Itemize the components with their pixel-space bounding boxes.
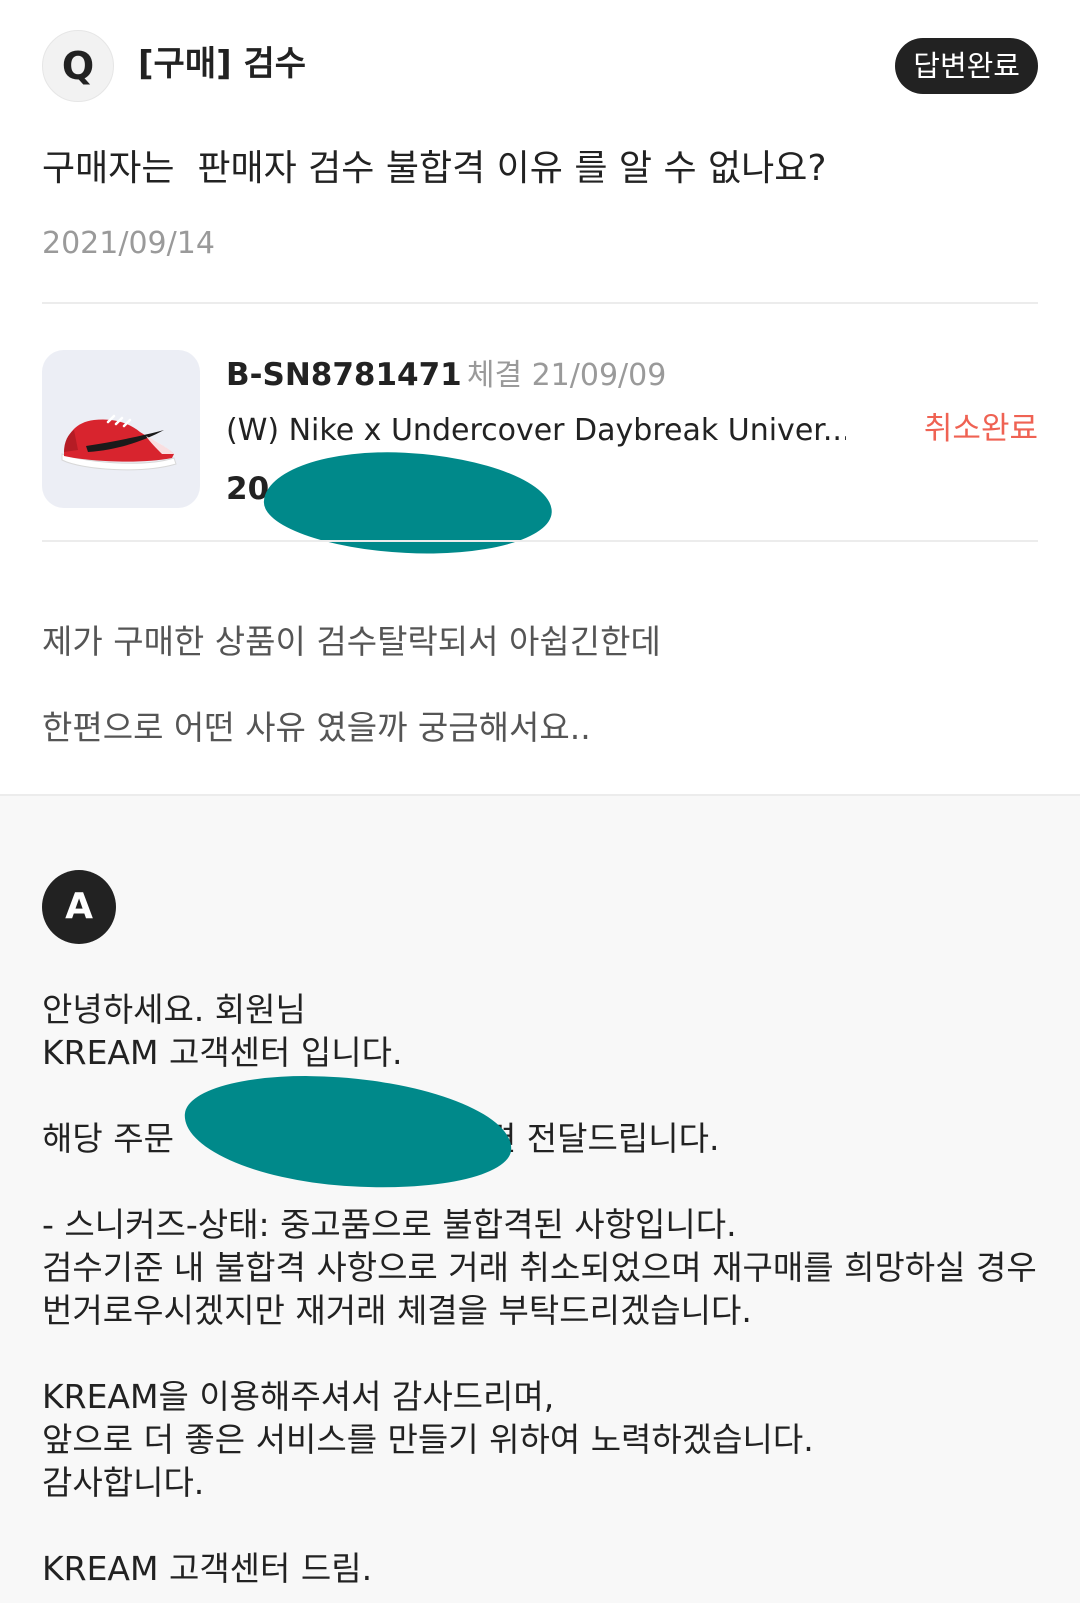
answer-reason-line: - 스니커즈-상태: 중고품으로 불합격된 사항입니다.: [42, 1205, 737, 1244]
order-info-line: B-SN8781471 체결 21/09/09: [226, 354, 666, 401]
question-header: Q [구매] 검수 답변완료: [42, 30, 1038, 102]
question-paragraph: 한편으로 어떤 사유 였을까 궁금해서요..: [42, 708, 591, 747]
divider: [42, 302, 1038, 304]
answer-order-line-start: 해당 주문: [42, 1119, 174, 1158]
answer-badge: A: [42, 870, 116, 944]
product-name[interactable]: (W) Nike x Undercover Daybreak Univer...: [226, 410, 846, 452]
question-title: 구매자는 판매자 검수 불합격 이유 를 알 수 없나요?: [42, 148, 827, 189]
question-body: 제가 구매한 상품이 검수탈락되서 아쉽긴한데 한편으로 어떤 사유 였을까 궁…: [42, 620, 661, 750]
question-paragraph: 제가 구매한 상품이 검수탈락되서 아쉽긴한데: [42, 622, 661, 661]
product-price: 20: [226, 471, 270, 507]
answer-status-badge: 답변완료: [895, 38, 1038, 94]
answer-signature: KREAM 고객센터 드림.: [42, 1549, 373, 1588]
answer-thanks-line: 감사합니다.: [42, 1463, 205, 1502]
answer-intro: KREAM 고객센터 입니다.: [42, 1033, 403, 1072]
answer-reason-line: 번거로우시겠지만 재거래 체결을 부탁드리겠습니다.: [42, 1291, 752, 1330]
question-date: 2021/09/14: [42, 226, 215, 261]
question-badge: Q: [42, 30, 114, 102]
question-category: [구매] 검수: [138, 44, 307, 84]
redaction-mark: [261, 445, 555, 561]
answer-body: 안녕하세요. 회원님 KREAM 고객센터 입니다. 해당 주문 련 전달드립니다…: [42, 988, 1052, 1590]
answer-order-line-end: 련 전달드립니다.: [485, 1119, 720, 1158]
order-number: B-SN8781471: [226, 357, 462, 393]
answer-greeting: 안녕하세요. 회원님: [42, 990, 306, 1029]
answer-reason-line: 검수기준 내 불합격 사항으로 거래 취소되었으며 재구매를 희망하실 경우: [42, 1248, 1037, 1287]
answer-thanks-line: KREAM을 이용해주셔서 감사드리며,: [42, 1377, 555, 1416]
answer-thanks-line: 앞으로 더 좋은 서비스를 만들기 위하여 노력하겠습니다.: [42, 1420, 814, 1459]
answer-section: A 안녕하세요. 회원님 KREAM 고객센터 입니다. 해당 주문 련 전달드립…: [0, 794, 1080, 1603]
order-status: 취소완료: [923, 411, 1038, 447]
product-thumbnail[interactable]: [42, 350, 200, 508]
divider: [42, 540, 1038, 542]
order-contract-date: 체결 21/09/09: [466, 358, 667, 393]
red-sneaker-image: [61, 414, 177, 471]
